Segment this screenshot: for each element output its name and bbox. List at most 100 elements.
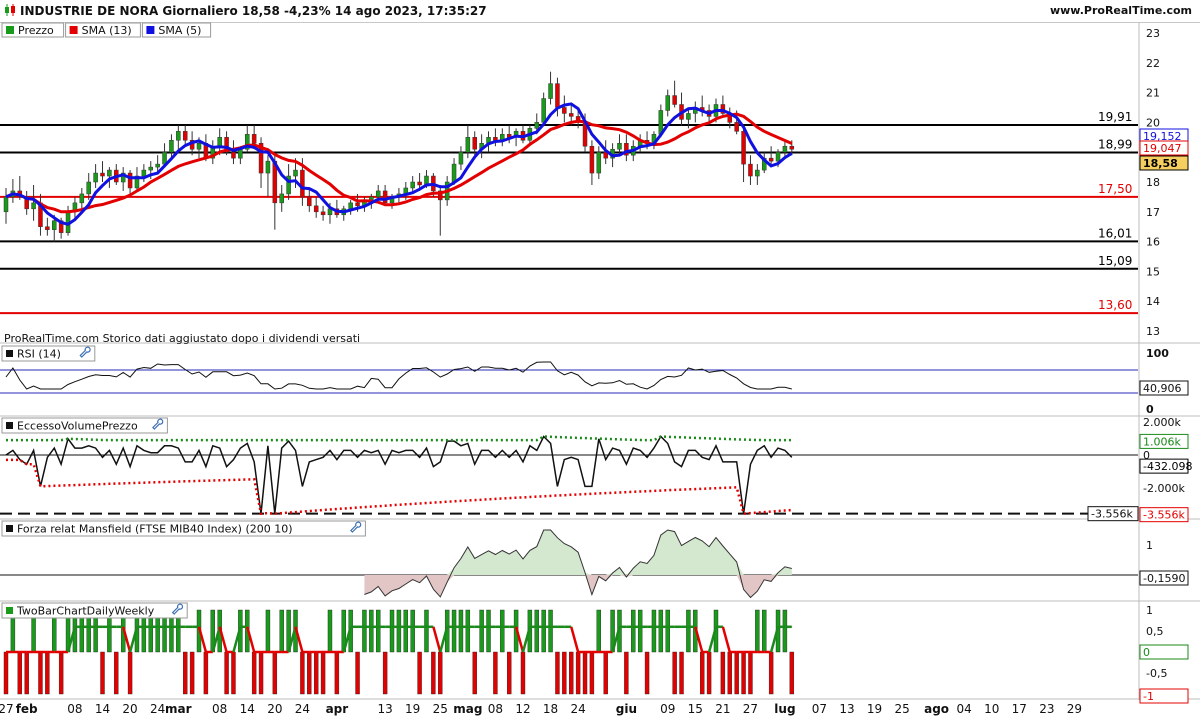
twobar-bar: [417, 651, 422, 695]
price-y-tick: 20: [1146, 116, 1160, 129]
candle-body: [86, 181, 91, 195]
candle-body: [589, 145, 595, 174]
evp-dash-label: -3.556k: [1091, 508, 1133, 521]
price-level-label: 18,99: [1098, 137, 1132, 151]
twobar-bar: [569, 651, 574, 695]
candle-body: [231, 151, 236, 159]
candle-body: [472, 137, 477, 150]
x-axis-label: 13: [839, 702, 854, 716]
twobar-bar: [651, 609, 657, 653]
x-axis-label: 24: [150, 702, 165, 716]
twobar-bar: [183, 651, 188, 695]
twobar-bar: [741, 651, 746, 695]
twobar-bar: [789, 651, 795, 695]
price-level-label: 15,09: [1098, 254, 1132, 268]
candle-body: [686, 113, 691, 120]
x-axis-label: 20: [122, 702, 137, 716]
twobar-bar: [231, 651, 236, 695]
evp-tag: -3.556k: [1143, 509, 1185, 522]
twobar-bar: [458, 609, 464, 653]
x-axis-label: ago: [924, 702, 949, 716]
twobar-bar: [506, 651, 512, 695]
twobar-bar: [369, 609, 374, 653]
twobar-bar: [479, 609, 484, 653]
twobar-bar: [38, 651, 43, 695]
rsi-y-tick: 100: [1146, 347, 1169, 360]
price-legend-label: SMA (13): [82, 24, 132, 37]
chart-canvas: 23 22 21 20 19 18 17 16 15 14 13 19,91 18,99 17,50 16,…: [0, 22, 1200, 716]
x-axis-label: 15: [688, 702, 703, 716]
evp-legend-label: EccessoVolumePrezzo: [17, 420, 138, 433]
twobar-bar: [465, 609, 471, 653]
candle-body: [107, 169, 112, 177]
candle-body: [789, 145, 795, 150]
x-axis-label: 27: [0, 702, 14, 716]
twobar-legend-swatch: [6, 607, 13, 614]
x-axis-label: 24: [570, 702, 585, 716]
evp-upper-dotted-line: [6, 435, 792, 442]
twobar-bar: [424, 609, 429, 653]
x-axis-label: 14: [240, 702, 255, 716]
twobar-bar: [376, 609, 381, 653]
mansfield-tag: -0,1590: [1143, 572, 1185, 585]
candle-body: [548, 83, 553, 99]
candle-body: [3, 196, 9, 213]
candle-body: [555, 83, 560, 108]
twobar-bar: [396, 609, 402, 653]
candle-body: [176, 131, 181, 141]
candle-body: [265, 160, 271, 174]
rsi-tag: 40,906: [1143, 382, 1182, 395]
candle-body: [79, 193, 85, 204]
twobar-bar: [431, 651, 436, 695]
evp-legend-swatch: [6, 422, 13, 429]
twobar-bar: [589, 651, 595, 695]
candle-body: [665, 95, 670, 111]
price-legend-label: SMA (5): [158, 24, 201, 37]
candle-body: [748, 163, 753, 177]
twobar-bar: [631, 609, 636, 653]
x-axis-label: 14: [95, 702, 110, 716]
candle-body: [375, 190, 381, 198]
twobar-bar: [534, 609, 539, 653]
x-axis-label: 29: [1067, 702, 1082, 716]
twobar-bar: [541, 609, 546, 653]
mansfield-legend-swatch: [6, 525, 13, 532]
x-axis-label: 25: [433, 702, 448, 716]
twobar-weekly-line: [721, 626, 731, 653]
candle-body: [320, 211, 326, 216]
twobar-bar: [334, 651, 340, 695]
candle-body: [734, 122, 739, 132]
twobar-bar: [486, 609, 491, 653]
price-legend-swatch: [69, 26, 78, 34]
candle-body: [251, 134, 257, 144]
rsi-line: [5, 361, 792, 390]
x-axis-label: mar: [165, 702, 192, 716]
candle-body: [141, 169, 147, 177]
price-legend-swatch: [6, 26, 14, 34]
candle-body: [465, 137, 471, 153]
twobar-bar: [382, 651, 388, 695]
twobar-bar: [755, 609, 760, 653]
twobar-bar: [782, 609, 788, 653]
candle-body: [148, 166, 154, 171]
x-axis-label: 24: [295, 702, 310, 716]
x-axis-label: 27: [743, 702, 758, 716]
twobar-legend-label: TwoBarChartDailyWeekly: [16, 605, 155, 618]
candle-body: [45, 226, 50, 230]
price-y-tick: 22: [1146, 57, 1160, 70]
candle-body: [217, 137, 222, 147]
x-axis-label: 19: [405, 702, 420, 716]
candle-body: [155, 163, 160, 168]
price-y-tick: 17: [1146, 206, 1160, 219]
twobar-bar: [679, 651, 684, 695]
candle-body: [562, 107, 567, 114]
mansfield-y-tick: 1: [1146, 539, 1153, 552]
rsi-legend-swatch: [6, 350, 13, 357]
x-axis-label: 10: [984, 702, 999, 716]
twobar-y-tick: -0,5: [1146, 667, 1167, 680]
twobar-bar: [272, 651, 278, 695]
x-axis-label: 18: [543, 702, 558, 716]
twobar-y-tick: 1: [1146, 604, 1153, 617]
twobar-bar: [575, 651, 581, 695]
candle-body: [348, 202, 353, 210]
